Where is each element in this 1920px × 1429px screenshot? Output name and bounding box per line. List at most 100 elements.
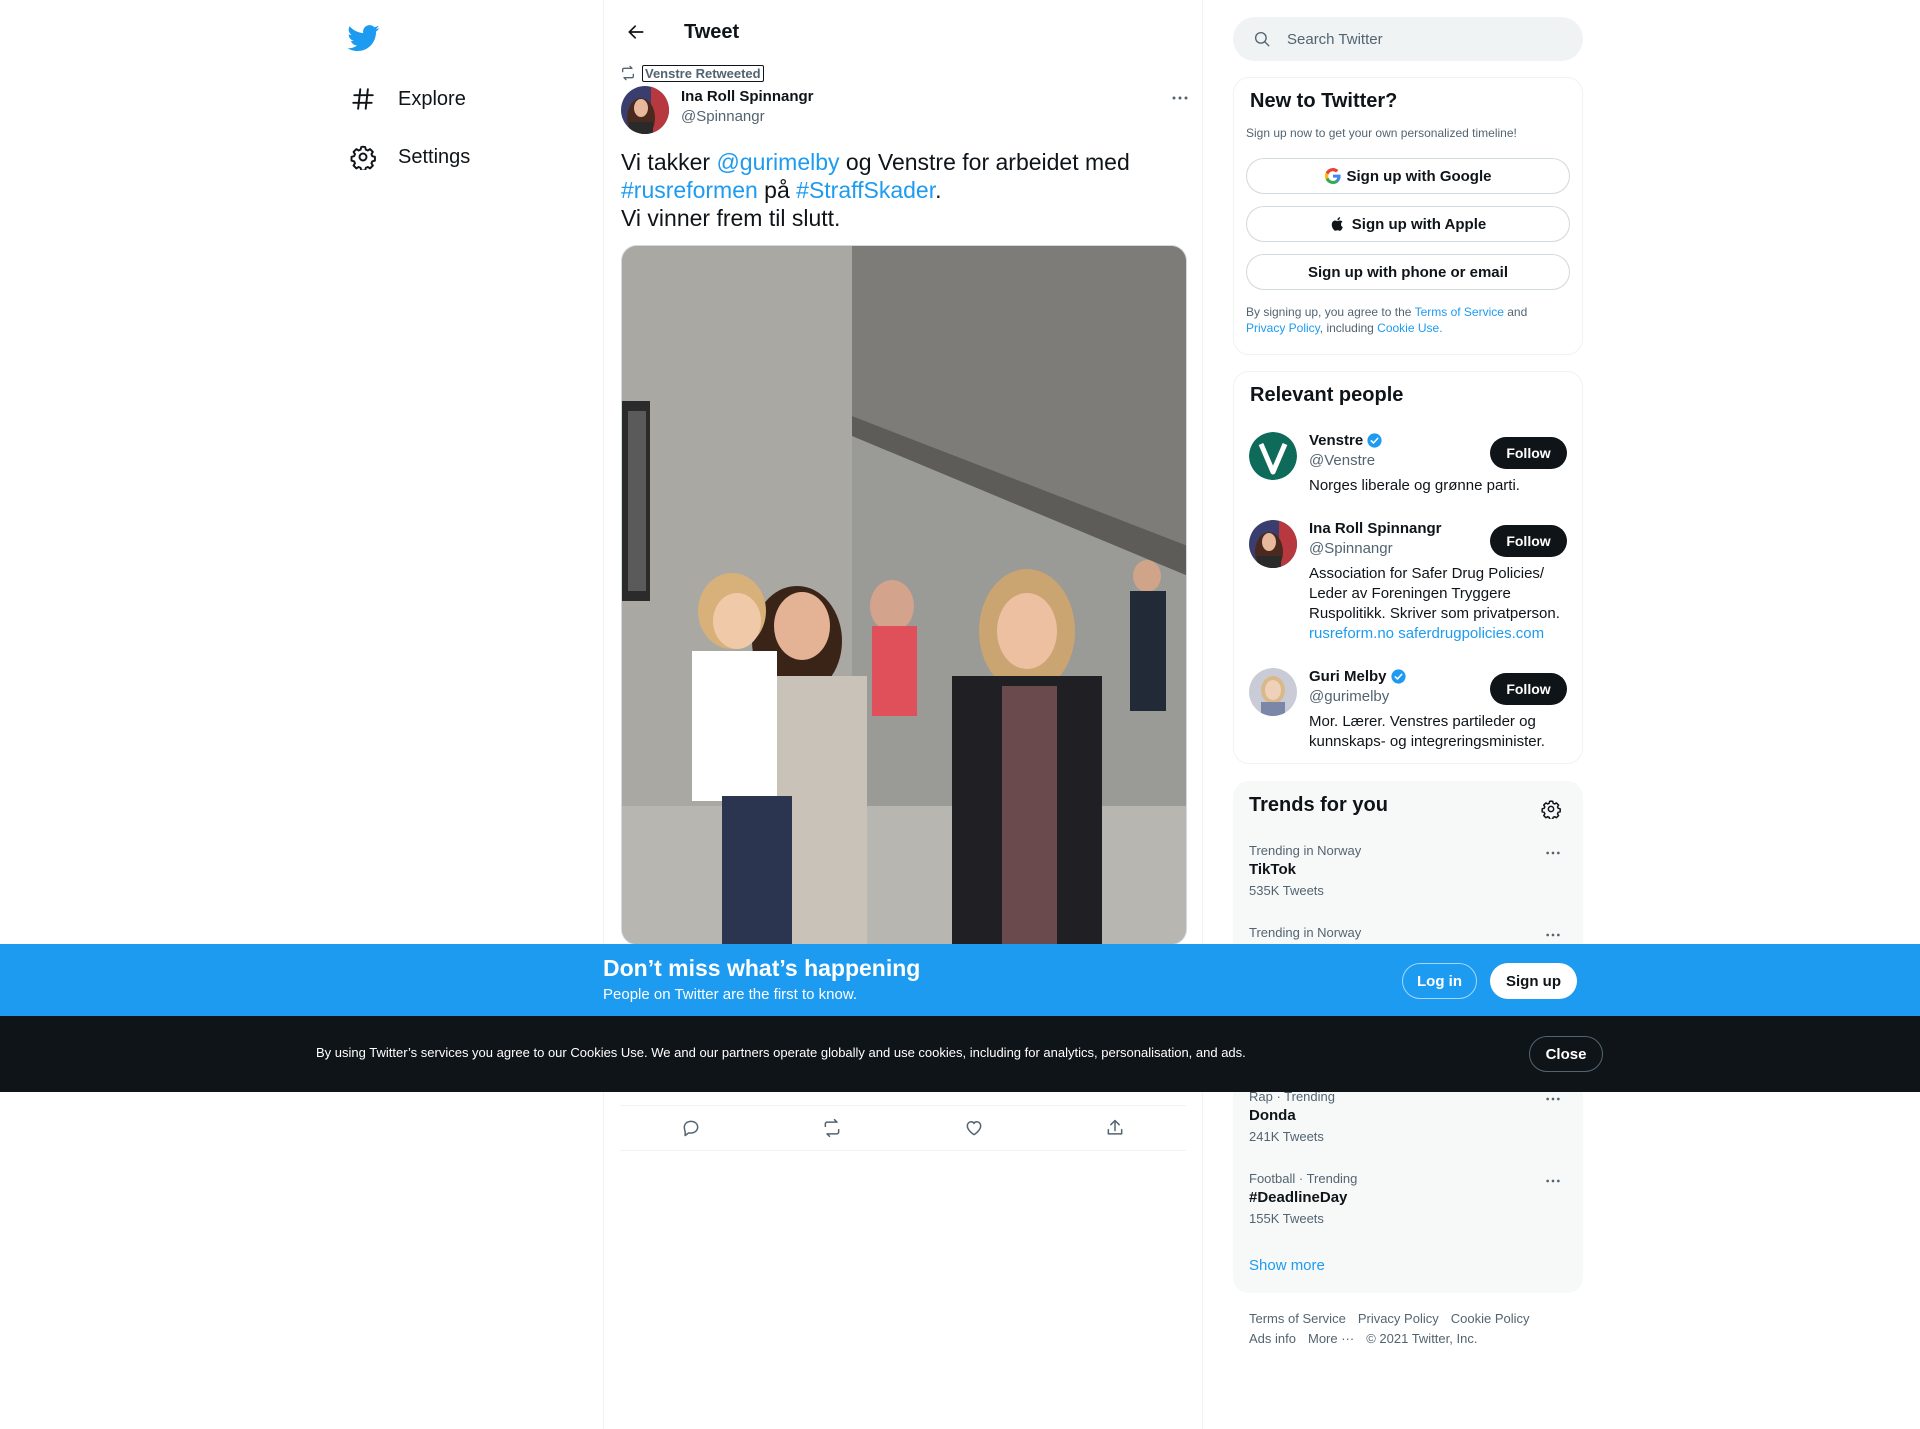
tweet-text-part: og Venstre for arbeidet med bbox=[839, 149, 1130, 175]
retweet-icon[interactable] bbox=[814, 1110, 850, 1146]
signup-apple-label: Sign up with Apple bbox=[1351, 215, 1487, 233]
show-more-link[interactable]: Show more bbox=[1249, 1257, 1325, 1274]
search-bar[interactable] bbox=[1233, 17, 1583, 61]
privacy-link[interactable]: Privacy Policy bbox=[1246, 321, 1320, 335]
cookie-text: By using Twitter’s services you agree to… bbox=[316, 1045, 1246, 1060]
reply-icon[interactable] bbox=[673, 1110, 709, 1146]
nav-settings-label: Settings bbox=[398, 145, 471, 168]
back-arrow-icon[interactable] bbox=[618, 14, 654, 50]
author-name[interactable]: Ina Roll Spinnangr bbox=[681, 88, 814, 105]
hashtag-link[interactable]: #rusreformen bbox=[621, 177, 758, 203]
signup-phone-label: Sign up with phone or email bbox=[1307, 263, 1508, 281]
nav-explore-label: Explore bbox=[398, 87, 466, 110]
avatar[interactable] bbox=[1249, 432, 1297, 480]
relevant-people-card: Relevant people Venstre @Venstre Norges … bbox=[1233, 371, 1583, 764]
legal-text: By signing up, you agree to the bbox=[1246, 305, 1415, 319]
signup-google-label: Sign up with Google bbox=[1346, 167, 1492, 185]
person-bio-text: Association for Safer Drug Policies/ Led… bbox=[1309, 565, 1560, 622]
person-handle[interactable]: @gurimelby bbox=[1309, 688, 1389, 705]
twitter-logo-icon[interactable] bbox=[348, 22, 384, 58]
share-icon[interactable] bbox=[1097, 1110, 1133, 1146]
person-name[interactable]: Venstre bbox=[1309, 432, 1383, 449]
more-options-icon[interactable] bbox=[1539, 925, 1567, 945]
hashtag-link[interactable]: #StraffSkader bbox=[796, 177, 935, 203]
person-bio: Association for Safer Drug Policies/ Led… bbox=[1309, 564, 1569, 644]
person-handle[interactable]: @Spinnangr bbox=[1309, 540, 1393, 557]
page-title: Tweet bbox=[684, 20, 740, 43]
mention-link[interactable]: @gurimelby bbox=[716, 149, 839, 175]
tweet-header: Tweet bbox=[604, 0, 1202, 64]
legal-text: and bbox=[1503, 305, 1528, 319]
trend-name[interactable]: Donda bbox=[1249, 1107, 1296, 1124]
tweet-text-part: . bbox=[935, 177, 942, 203]
tweet-text: Vi takker @gurimelby og Venstre for arbe… bbox=[621, 148, 1181, 232]
trend-count: 535K Tweets bbox=[1249, 883, 1324, 898]
person-handle[interactable]: @Venstre bbox=[1309, 452, 1375, 469]
more-options-icon[interactable] bbox=[1163, 86, 1197, 110]
signup-apple-button[interactable]: Sign up with Apple bbox=[1246, 206, 1570, 242]
avatar[interactable] bbox=[621, 86, 669, 134]
trend-name[interactable]: #DeadlineDay bbox=[1249, 1189, 1347, 1206]
tweet-photo[interactable] bbox=[621, 245, 1187, 945]
search-input[interactable] bbox=[1287, 30, 1547, 48]
signup-phone-email-button[interactable]: Sign up with phone or email bbox=[1246, 254, 1570, 290]
person-name[interactable]: Ina Roll Spinnangr bbox=[1309, 520, 1442, 537]
more-options-icon[interactable] bbox=[1539, 1171, 1567, 1191]
card-subtitle: Sign up now to get your own personalized… bbox=[1246, 126, 1517, 140]
trend-meta: Trending in Norway bbox=[1249, 843, 1362, 858]
verified-badge-icon bbox=[1390, 668, 1407, 685]
person-name-text: Guri Melby bbox=[1309, 668, 1387, 685]
cookie-banner: By using Twitter’s services you agree to… bbox=[0, 1016, 1920, 1092]
like-icon[interactable] bbox=[956, 1110, 992, 1146]
card-title: Trends for you bbox=[1249, 794, 1388, 816]
signup-button[interactable]: Sign up bbox=[1490, 963, 1577, 999]
footer-link[interactable]: More ··· bbox=[1308, 1331, 1354, 1346]
follow-button[interactable]: Follow bbox=[1490, 437, 1567, 469]
nav-explore[interactable]: Explore bbox=[350, 79, 466, 119]
more-options-icon[interactable] bbox=[1539, 1089, 1567, 1109]
more-options-icon[interactable] bbox=[1539, 843, 1567, 863]
copyright: © 2021 Twitter, Inc. bbox=[1366, 1331, 1478, 1346]
new-to-twitter-card: New to Twitter? Sign up now to get your … bbox=[1233, 77, 1583, 355]
retweet-context-link[interactable]: Venstre Retweeted bbox=[642, 64, 764, 82]
avatar[interactable] bbox=[1249, 668, 1297, 716]
footer-link[interactable]: Terms of Service bbox=[1249, 1311, 1346, 1326]
close-button[interactable]: Close bbox=[1529, 1036, 1603, 1072]
verified-badge-icon bbox=[1366, 432, 1383, 449]
signup-legal-text: By signing up, you agree to the Terms of… bbox=[1246, 304, 1571, 336]
tweet-text-part: på bbox=[757, 177, 797, 203]
author-handle[interactable]: @Spinnangr bbox=[681, 108, 765, 125]
footer-link[interactable]: Cookie Policy bbox=[1451, 1311, 1530, 1326]
person-bio: Norges liberale og grønne parti. bbox=[1309, 477, 1520, 494]
trend-meta: Football · Trending bbox=[1249, 1171, 1358, 1186]
person-name-text: Ina Roll Spinnangr bbox=[1309, 520, 1442, 537]
terms-link[interactable]: Terms of Service bbox=[1415, 305, 1504, 319]
bio-link[interactable]: saferdrugpolicies.com bbox=[1398, 625, 1544, 642]
person-name-text: Venstre bbox=[1309, 432, 1364, 449]
cookie-use-link[interactable]: Cookie Use. bbox=[1377, 321, 1442, 335]
banner-title: Don’t miss what’s happening bbox=[603, 955, 921, 981]
signup-banner: Don’t miss what’s happening People on Tw… bbox=[0, 944, 1920, 1016]
nav-settings[interactable]: Settings bbox=[350, 137, 470, 177]
person-name[interactable]: Guri Melby bbox=[1309, 668, 1407, 685]
tweet-actions bbox=[620, 1105, 1186, 1151]
trends-settings-gear-icon[interactable] bbox=[1537, 795, 1565, 823]
follow-button[interactable]: Follow bbox=[1490, 525, 1567, 557]
card-title: Relevant people bbox=[1250, 384, 1404, 406]
trend-count: 155K Tweets bbox=[1249, 1211, 1324, 1226]
search-icon bbox=[1233, 30, 1271, 48]
hashtag-icon bbox=[350, 86, 376, 112]
trend-name[interactable]: TikTok bbox=[1249, 861, 1296, 878]
signup-google-button[interactable]: Sign up with Google bbox=[1246, 158, 1570, 194]
avatar[interactable] bbox=[1249, 520, 1297, 568]
main-column: Tweet Venstre Retweeted Ina Roll Spinnan… bbox=[603, 0, 1203, 1429]
follow-button[interactable]: Follow bbox=[1490, 673, 1567, 705]
trend-meta: Trending in Norway bbox=[1249, 925, 1362, 940]
tweet-text-line: Vi vinner frem til slutt. bbox=[621, 205, 841, 231]
footer-link[interactable]: Privacy Policy bbox=[1358, 1311, 1439, 1326]
footer-link[interactable]: Ads info bbox=[1249, 1331, 1296, 1346]
card-title: New to Twitter? bbox=[1250, 90, 1398, 112]
person-bio: Mor. Lærer. Venstres partileder og kunns… bbox=[1309, 713, 1545, 750]
bio-link[interactable]: rusreform.no bbox=[1309, 625, 1394, 642]
login-button[interactable]: Log in bbox=[1402, 963, 1477, 999]
